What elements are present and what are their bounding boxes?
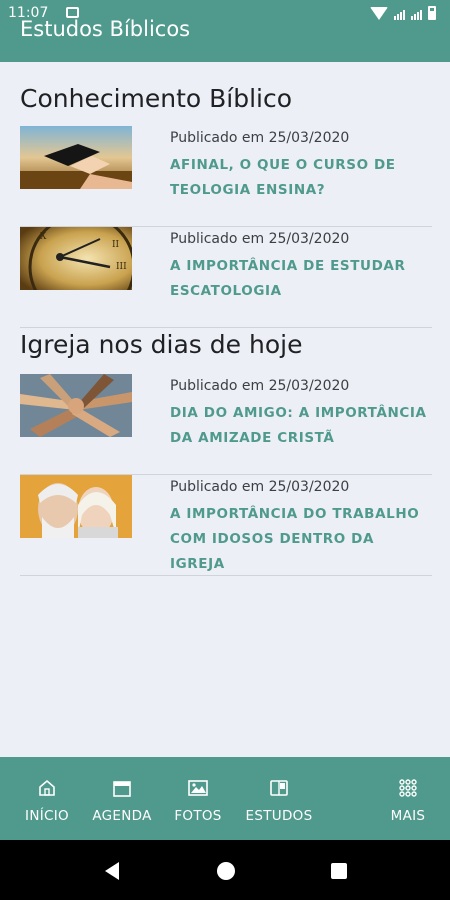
tab-estudos[interactable]: ESTUDOS [243,757,315,840]
tab-fotos[interactable]: FOTOS [171,757,225,840]
publish-date: Publicado em 25/03/2020 [170,130,350,146]
bottom-navigation: INÍCIO AGENDA FOTOS ESTUDOS MAIS [0,757,450,840]
tab-label: INÍCIO [25,808,69,824]
home-button-icon[interactable] [215,860,237,882]
list-item[interactable]: Publicado em 25/03/2020 DIA DO AMIGO: A … [20,374,432,475]
app-bar: 11:07 Estudos Bíblicos [0,0,450,62]
publish-date: Publicado em 25/03/2020 [170,378,350,394]
article-title[interactable]: A IMPORTÂNCIA DO TRABALHO COM IDOSOS DEN… [170,502,432,577]
tab-agenda[interactable]: AGENDA [90,757,154,840]
svg-text:X: X [40,232,47,242]
back-icon[interactable] [101,860,123,882]
list-item[interactable]: Publicado em 25/03/2020 AFINAL, O QUE O … [20,126,432,227]
article-thumbnail-clock: II III X [20,227,132,290]
wifi-icon [370,7,388,20]
battery-icon [428,6,436,20]
list-item[interactable]: II III X Publicado em 25/03/2020 A IMPOR… [20,227,432,328]
tab-label: AGENDA [92,808,152,824]
article-thumbnail-bible [20,126,132,189]
publish-date: Publicado em 25/03/2020 [170,231,350,247]
article-thumbnail-hands [20,374,132,437]
publish-date: Publicado em 25/03/2020 [170,479,350,495]
book-icon [270,780,288,796]
recents-icon[interactable] [328,860,350,882]
svg-text:III: III [116,262,127,272]
signal-icon [394,8,405,20]
calendar-icon [113,781,131,797]
home-icon [39,779,55,796]
tab-label: FOTOS [174,808,222,824]
article-title[interactable]: AFINAL, O QUE O CURSO DE TEOLOGIA ENSINA… [170,153,432,203]
list-item[interactable]: Publicado em 25/03/2020 A IMPORTÂNCIA DO… [20,475,432,576]
svg-text:II: II [112,240,120,250]
section-title-igreja: Igreja nos dias de hoje [20,330,303,359]
page-title: Estudos Bíblicos [20,17,191,41]
photos-icon [188,780,208,796]
system-nav-bar [0,840,450,900]
tab-label: MAIS [390,808,426,824]
tab-label: ESTUDOS [245,808,313,824]
content: Conhecimento Bíblico Publicado em 25/03/… [0,62,450,757]
tab-mais[interactable]: MAIS [386,757,430,840]
section-title-conhecimento: Conhecimento Bíblico [20,84,293,113]
article-title[interactable]: A IMPORTÂNCIA DE ESTUDAR ESCATOLOGIA [170,254,432,304]
tab-inicio[interactable]: INÍCIO [22,757,72,840]
article-title[interactable]: DIA DO AMIGO: A IMPORTÂNCIA DA AMIZADE C… [170,401,432,451]
signal-icon-2 [411,8,422,20]
grid-icon [399,779,417,797]
article-thumbnail-elderly [20,475,132,538]
